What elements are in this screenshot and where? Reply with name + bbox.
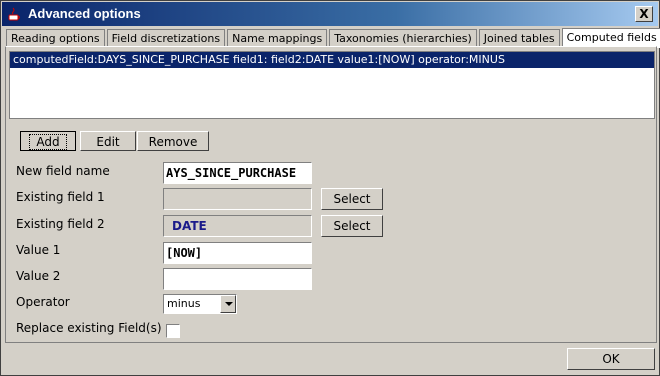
tab-strip: Reading options Field discretizations Na…	[6, 28, 660, 48]
replace-existing-label: Replace existing Field(s)	[16, 321, 162, 335]
new-field-name-input[interactable]: AYS_SINCE_PURCHASE	[163, 162, 312, 184]
tab-taxonomies[interactable]: Taxonomies (hierarchies)	[329, 29, 477, 47]
computed-fields-panel: computedField:DAYS_SINCE_PURCHASE field1…	[5, 46, 657, 343]
tab-reading-options[interactable]: Reading options	[6, 29, 105, 47]
tab-name-mappings[interactable]: Name mappings	[227, 29, 328, 47]
dialog-footer: OK	[1, 345, 659, 375]
tab-computed-fields[interactable]: Computed fields	[561, 28, 660, 48]
select-field2-button[interactable]: Select	[321, 215, 383, 237]
title-bar: Advanced options X	[2, 2, 658, 26]
computed-fields-list[interactable]: computedField:DAYS_SINCE_PURCHASE field1…	[9, 51, 655, 119]
add-button-label: Add	[29, 134, 67, 150]
tab-joined-tables[interactable]: Joined tables	[478, 29, 560, 47]
advanced-options-window: Advanced options X Reading options Field…	[0, 0, 660, 376]
existing-field1-label: Existing field 1	[16, 190, 105, 204]
value1-label: Value 1	[16, 243, 61, 257]
edit-button[interactable]: Edit	[80, 131, 136, 151]
existing-field2-label: Existing field 2	[16, 217, 105, 231]
existing-field1-input[interactable]	[163, 188, 312, 210]
operator-label: Operator	[16, 295, 70, 309]
value2-label: Value 2	[16, 269, 61, 283]
java-cup-icon	[8, 7, 20, 21]
replace-existing-checkbox[interactable]	[166, 324, 180, 338]
remove-button[interactable]: Remove	[137, 131, 209, 151]
new-field-name-label: New field name	[16, 164, 110, 178]
operator-selected-value: minus	[167, 297, 201, 310]
ok-button[interactable]: OK	[567, 348, 655, 370]
chevron-down-icon[interactable]	[220, 295, 236, 313]
existing-field2-input[interactable]: DATE	[163, 215, 312, 237]
value2-input[interactable]	[163, 268, 312, 290]
close-button[interactable]: X	[635, 6, 653, 22]
operator-select[interactable]: minus	[163, 294, 237, 314]
window-title: Advanced options	[28, 6, 141, 21]
list-item[interactable]: computedField:DAYS_SINCE_PURCHASE field1…	[10, 52, 654, 68]
value1-input[interactable]: [NOW]	[163, 242, 312, 264]
select-field1-button[interactable]: Select	[321, 188, 383, 210]
tab-field-discretizations[interactable]: Field discretizations	[106, 29, 226, 47]
add-button[interactable]: Add	[20, 131, 76, 151]
